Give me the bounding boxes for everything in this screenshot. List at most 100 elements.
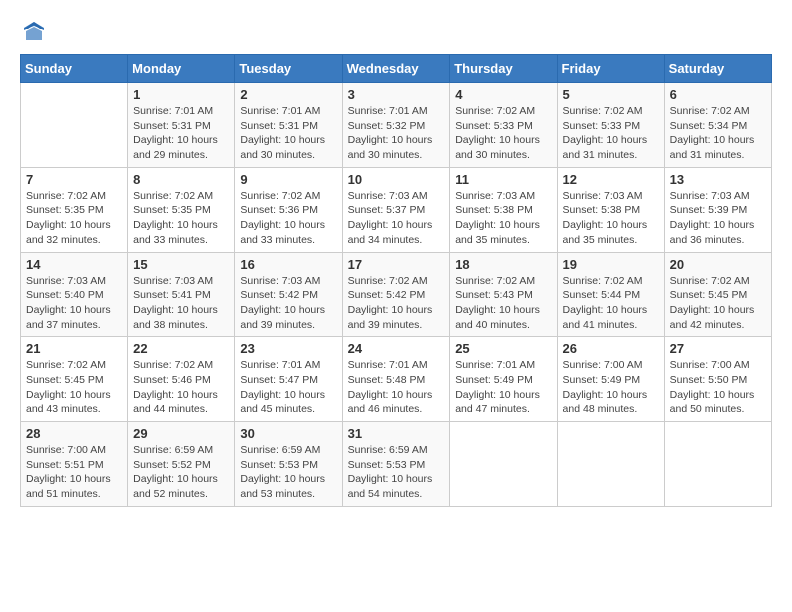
day-info: Sunrise: 7:00 AM Sunset: 5:51 PM Dayligh… xyxy=(26,443,122,502)
calendar-cell: 4 Sunrise: 7:02 AM Sunset: 5:33 PM Daylig… xyxy=(450,83,557,168)
calendar-cell xyxy=(557,422,664,507)
day-number: 2 xyxy=(240,87,336,102)
calendar-cell: 12 Sunrise: 7:03 AM Sunset: 5:38 PM Dayli… xyxy=(557,167,664,252)
day-number: 1 xyxy=(133,87,229,102)
calendar-cell: 27 Sunrise: 7:00 AM Sunset: 5:50 PM Dayli… xyxy=(664,337,771,422)
calendar-cell xyxy=(21,83,128,168)
calendar-header-row: SundayMondayTuesdayWednesdayThursdayFrid… xyxy=(21,55,772,83)
day-info: Sunrise: 7:02 AM Sunset: 5:33 PM Dayligh… xyxy=(455,104,551,163)
column-header-monday: Monday xyxy=(128,55,235,83)
calendar-week-row: 7 Sunrise: 7:02 AM Sunset: 5:35 PM Daylig… xyxy=(21,167,772,252)
day-info: Sunrise: 7:01 AM Sunset: 5:31 PM Dayligh… xyxy=(240,104,336,163)
day-number: 23 xyxy=(240,341,336,356)
day-number: 4 xyxy=(455,87,551,102)
day-number: 22 xyxy=(133,341,229,356)
day-number: 17 xyxy=(348,257,445,272)
calendar-cell: 8 Sunrise: 7:02 AM Sunset: 5:35 PM Daylig… xyxy=(128,167,235,252)
day-info: Sunrise: 7:02 AM Sunset: 5:35 PM Dayligh… xyxy=(26,189,122,248)
column-header-tuesday: Tuesday xyxy=(235,55,342,83)
day-info: Sunrise: 7:02 AM Sunset: 5:44 PM Dayligh… xyxy=(563,274,659,333)
calendar-cell: 28 Sunrise: 7:00 AM Sunset: 5:51 PM Dayli… xyxy=(21,422,128,507)
day-info: Sunrise: 7:01 AM Sunset: 5:48 PM Dayligh… xyxy=(348,358,445,417)
calendar-week-row: 1 Sunrise: 7:01 AM Sunset: 5:31 PM Daylig… xyxy=(21,83,772,168)
calendar-cell: 3Sunrise: 7:01 AM Sunset: 5:32 PM Daylig… xyxy=(342,83,450,168)
day-info: Sunrise: 7:02 AM Sunset: 5:36 PM Dayligh… xyxy=(240,189,336,248)
column-header-wednesday: Wednesday xyxy=(342,55,450,83)
day-info: Sunrise: 7:00 AM Sunset: 5:49 PM Dayligh… xyxy=(563,358,659,417)
calendar-cell: 7 Sunrise: 7:02 AM Sunset: 5:35 PM Daylig… xyxy=(21,167,128,252)
logo xyxy=(20,20,46,44)
day-number: 28 xyxy=(26,426,122,441)
day-info: Sunrise: 7:02 AM Sunset: 5:42 PM Dayligh… xyxy=(348,274,445,333)
day-info: Sunrise: 7:02 AM Sunset: 5:45 PM Dayligh… xyxy=(670,274,766,333)
calendar-cell: 30 Sunrise: 6:59 AM Sunset: 5:53 PM Dayli… xyxy=(235,422,342,507)
calendar-cell xyxy=(664,422,771,507)
day-number: 15 xyxy=(133,257,229,272)
calendar-week-row: 14 Sunrise: 7:03 AM Sunset: 5:40 PM Dayli… xyxy=(21,252,772,337)
day-number: 21 xyxy=(26,341,122,356)
day-number: 6 xyxy=(670,87,766,102)
day-number: 25 xyxy=(455,341,551,356)
calendar-cell: 17 Sunrise: 7:02 AM Sunset: 5:42 PM Dayli… xyxy=(342,252,450,337)
day-number: 19 xyxy=(563,257,659,272)
calendar-cell: 15 Sunrise: 7:03 AM Sunset: 5:41 PM Dayli… xyxy=(128,252,235,337)
day-info: Sunrise: 7:03 AM Sunset: 5:38 PM Dayligh… xyxy=(563,189,659,248)
day-number: 14 xyxy=(26,257,122,272)
calendar-cell: 18Sunrise: 7:02 AM Sunset: 5:43 PM Dayli… xyxy=(450,252,557,337)
day-info: Sunrise: 7:01 AM Sunset: 5:31 PM Dayligh… xyxy=(133,104,229,163)
day-number: 20 xyxy=(670,257,766,272)
day-info: Sunrise: 6:59 AM Sunset: 5:53 PM Dayligh… xyxy=(240,443,336,502)
day-number: 27 xyxy=(670,341,766,356)
day-number: 16 xyxy=(240,257,336,272)
day-info: Sunrise: 7:01 AM Sunset: 5:32 PM Dayligh… xyxy=(348,104,445,163)
calendar-cell: 20 Sunrise: 7:02 AM Sunset: 5:45 PM Dayli… xyxy=(664,252,771,337)
day-number: 12 xyxy=(563,172,659,187)
day-info: Sunrise: 7:03 AM Sunset: 5:42 PM Dayligh… xyxy=(240,274,336,333)
day-info: Sunrise: 7:03 AM Sunset: 5:37 PM Dayligh… xyxy=(348,189,445,248)
calendar-cell: 13Sunrise: 7:03 AM Sunset: 5:39 PM Dayli… xyxy=(664,167,771,252)
calendar-cell: 21 Sunrise: 7:02 AM Sunset: 5:45 PM Dayli… xyxy=(21,337,128,422)
day-number: 7 xyxy=(26,172,122,187)
day-info: Sunrise: 7:03 AM Sunset: 5:41 PM Dayligh… xyxy=(133,274,229,333)
calendar-cell: 1 Sunrise: 7:01 AM Sunset: 5:31 PM Daylig… xyxy=(128,83,235,168)
day-info: Sunrise: 6:59 AM Sunset: 5:52 PM Dayligh… xyxy=(133,443,229,502)
calendar-cell: 11Sunrise: 7:03 AM Sunset: 5:38 PM Dayli… xyxy=(450,167,557,252)
calendar-cell: 10 Sunrise: 7:03 AM Sunset: 5:37 PM Dayli… xyxy=(342,167,450,252)
day-number: 8 xyxy=(133,172,229,187)
day-number: 29 xyxy=(133,426,229,441)
day-info: Sunrise: 7:00 AM Sunset: 5:50 PM Dayligh… xyxy=(670,358,766,417)
day-info: Sunrise: 7:02 AM Sunset: 5:35 PM Dayligh… xyxy=(133,189,229,248)
day-info: Sunrise: 7:03 AM Sunset: 5:40 PM Dayligh… xyxy=(26,274,122,333)
day-number: 9 xyxy=(240,172,336,187)
calendar-cell: 2 Sunrise: 7:01 AM Sunset: 5:31 PM Daylig… xyxy=(235,83,342,168)
calendar-week-row: 21 Sunrise: 7:02 AM Sunset: 5:45 PM Dayli… xyxy=(21,337,772,422)
day-number: 24 xyxy=(348,341,445,356)
calendar-cell: 19 Sunrise: 7:02 AM Sunset: 5:44 PM Dayli… xyxy=(557,252,664,337)
logo-icon xyxy=(22,20,46,44)
calendar-table: SundayMondayTuesdayWednesdayThursdayFrid… xyxy=(20,54,772,507)
day-info: Sunrise: 7:01 AM Sunset: 5:49 PM Dayligh… xyxy=(455,358,551,417)
day-info: Sunrise: 7:03 AM Sunset: 5:38 PM Dayligh… xyxy=(455,189,551,248)
day-number: 10 xyxy=(348,172,445,187)
calendar-week-row: 28 Sunrise: 7:00 AM Sunset: 5:51 PM Dayli… xyxy=(21,422,772,507)
column-header-sunday: Sunday xyxy=(21,55,128,83)
day-info: Sunrise: 7:02 AM Sunset: 5:45 PM Dayligh… xyxy=(26,358,122,417)
day-number: 5 xyxy=(563,87,659,102)
day-number: 30 xyxy=(240,426,336,441)
calendar-cell: 14 Sunrise: 7:03 AM Sunset: 5:40 PM Dayli… xyxy=(21,252,128,337)
calendar-cell: 22Sunrise: 7:02 AM Sunset: 5:46 PM Dayli… xyxy=(128,337,235,422)
calendar-cell: 6 Sunrise: 7:02 AM Sunset: 5:34 PM Daylig… xyxy=(664,83,771,168)
calendar-cell: 26 Sunrise: 7:00 AM Sunset: 5:49 PM Dayli… xyxy=(557,337,664,422)
calendar-cell: 29 Sunrise: 6:59 AM Sunset: 5:52 PM Dayli… xyxy=(128,422,235,507)
day-info: Sunrise: 7:02 AM Sunset: 5:33 PM Dayligh… xyxy=(563,104,659,163)
day-number: 26 xyxy=(563,341,659,356)
calendar-cell: 23Sunrise: 7:01 AM Sunset: 5:47 PM Dayli… xyxy=(235,337,342,422)
day-info: Sunrise: 7:02 AM Sunset: 5:34 PM Dayligh… xyxy=(670,104,766,163)
calendar-cell: 5 Sunrise: 7:02 AM Sunset: 5:33 PM Daylig… xyxy=(557,83,664,168)
calendar-cell: 16 Sunrise: 7:03 AM Sunset: 5:42 PM Dayli… xyxy=(235,252,342,337)
column-header-thursday: Thursday xyxy=(450,55,557,83)
column-header-saturday: Saturday xyxy=(664,55,771,83)
day-number: 31 xyxy=(348,426,445,441)
day-info: Sunrise: 6:59 AM Sunset: 5:53 PM Dayligh… xyxy=(348,443,445,502)
day-info: Sunrise: 7:03 AM Sunset: 5:39 PM Dayligh… xyxy=(670,189,766,248)
